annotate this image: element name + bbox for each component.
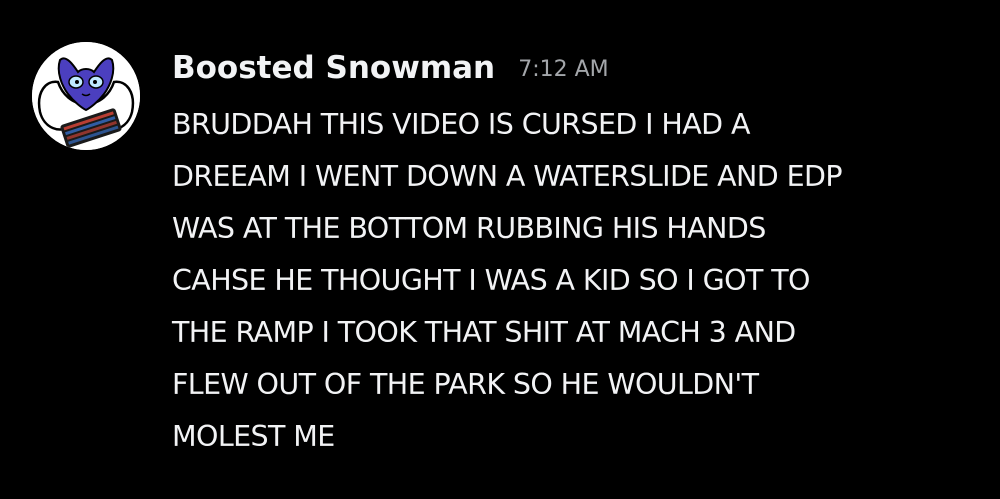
message-content: BRUDDAH THIS VIDEO IS CURSED I HAD A DRE… [172,99,972,463]
user-avatar[interactable] [32,42,140,150]
message-timestamp[interactable]: 7:12 AM [518,57,608,82]
message-line: DREEAM I WENT DOWN A WATERSLIDE AND EDP [172,160,843,193]
username[interactable]: Boosted Snowman [172,50,495,86]
message-line: WAS AT THE BOTTOM RUBBING HIS HANDS [172,212,766,245]
message-line: CAHSE HE THOUGHT I WAS A KID SO I GOT TO [172,264,810,297]
chat-message: Boosted Snowman 7:12 AM BRUDDAH THIS VID… [0,0,1000,499]
message-line: FLEW OUT OF THE PARK SO HE WOULDN'T [172,368,759,401]
avatar-character-icon [32,42,140,150]
message-header: Boosted Snowman 7:12 AM [172,50,609,86]
message-line: THE RAMP I TOOK THAT SHIT AT MACH 3 AND [172,316,796,349]
message-line: BRUDDAH THIS VIDEO IS CURSED I HAD A [172,108,750,141]
message-line: MOLEST ME [172,420,335,453]
